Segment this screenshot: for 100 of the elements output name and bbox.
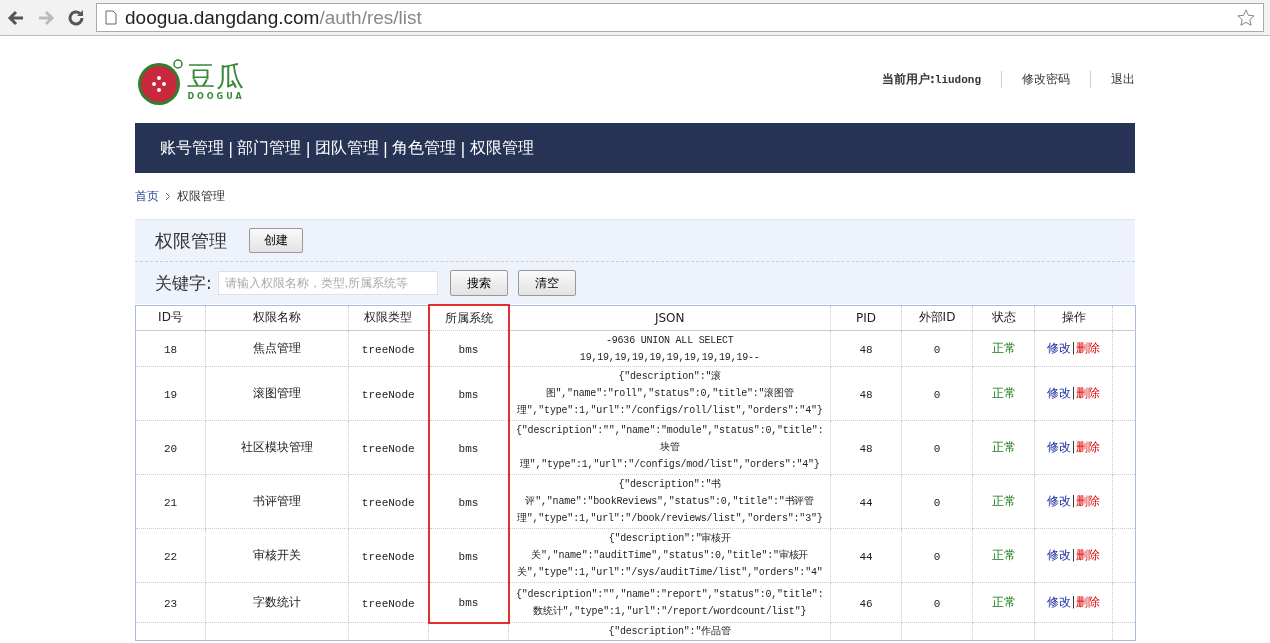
json-line: {"description":"滚 bbox=[618, 369, 722, 384]
column-header: PID bbox=[830, 305, 902, 331]
user-link[interactable]: 修改密码 bbox=[1001, 71, 1070, 88]
pid-text: 48 bbox=[859, 388, 873, 401]
status-text: 正常 bbox=[991, 494, 1016, 508]
json-line: 理","type":1,"url":"/configs/roll/list","orders":"4"} bbox=[516, 404, 823, 418]
external-id-text: 0 bbox=[933, 550, 941, 563]
logo-name: 豆瓜 bbox=[187, 62, 245, 92]
external-id-text: 0 bbox=[933, 442, 941, 455]
name-text: 社区模块管理 bbox=[241, 440, 313, 454]
nav-link[interactable]: 角色管理 bbox=[392, 137, 457, 159]
system-text: bms bbox=[458, 388, 479, 401]
separator-text: | bbox=[1071, 494, 1076, 508]
column-header: 外部ID bbox=[901, 305, 973, 331]
user-name: liudong bbox=[934, 73, 981, 86]
logo-icon bbox=[135, 56, 185, 107]
user-label: 当前用户: bbox=[881, 71, 935, 88]
id-text: 22 bbox=[163, 550, 178, 563]
json-line: {"description":"书 bbox=[618, 477, 722, 492]
pid-text: 48 bbox=[859, 442, 873, 455]
type-text: treeNode bbox=[361, 496, 415, 509]
name-text: 书评管理 bbox=[253, 494, 301, 508]
id-text: 19 bbox=[163, 388, 178, 401]
edit-link[interactable]: 修改 bbox=[1047, 341, 1072, 355]
id-text: 23 bbox=[163, 597, 178, 610]
create-button[interactable]: 创建 bbox=[249, 228, 303, 253]
column-header: ID号 bbox=[135, 305, 206, 331]
edit-link[interactable]: 修改 bbox=[1047, 548, 1072, 562]
type-text: treeNode bbox=[361, 343, 415, 356]
edit-link[interactable]: 修改 bbox=[1047, 595, 1072, 609]
external-id-text: 0 bbox=[933, 597, 941, 610]
url-host: doogua.dangdang.com bbox=[125, 6, 320, 29]
type-text: treeNode bbox=[361, 597, 415, 610]
system-text: bms bbox=[458, 550, 479, 563]
edit-link[interactable]: 修改 bbox=[1047, 494, 1072, 508]
nav-link[interactable]: 团队管理 bbox=[314, 137, 379, 159]
nav-separator: | bbox=[228, 138, 234, 158]
nav-link[interactable]: 账号管理 bbox=[160, 137, 224, 159]
json-line: 理","type":1,"url":"/book/reviews/list","orders":"3"} bbox=[516, 512, 823, 526]
reload-icon[interactable] bbox=[66, 7, 86, 28]
system-text: bms bbox=[458, 442, 479, 455]
edit-link[interactable]: 修改 bbox=[1047, 386, 1072, 400]
separator-text: | bbox=[1071, 386, 1076, 400]
edit-link[interactable]: 修改 bbox=[1047, 440, 1072, 454]
panel-title: 权限管理 bbox=[155, 228, 227, 253]
pid-text: 44 bbox=[859, 550, 873, 563]
external-id-text: 0 bbox=[933, 496, 941, 509]
separator-text: | bbox=[1071, 440, 1076, 454]
json-line: 理","type":1,"url":"/configs/mod/list","orders":"4"} bbox=[519, 458, 820, 472]
status-text: 正常 bbox=[991, 548, 1016, 562]
breadcrumb-link[interactable]: 首页 bbox=[135, 187, 159, 205]
id-text: 18 bbox=[163, 343, 178, 356]
nav-separator: | bbox=[382, 138, 389, 158]
nav-link[interactable]: 权限管理 bbox=[469, 137, 534, 159]
json-line: {"description":"","name":"module","status":0,"title": bbox=[516, 424, 824, 438]
clear-button[interactable]: 清空 bbox=[517, 270, 576, 296]
star-icon[interactable] bbox=[1237, 8, 1255, 27]
search-field[interactable]: 请输入权限名称，类型,所属系统等 bbox=[217, 271, 438, 295]
user-link[interactable]: 退出 bbox=[1090, 71, 1135, 88]
external-id-text: 0 bbox=[933, 343, 941, 356]
name-text: 字数统计 bbox=[253, 595, 301, 609]
type-text: treeNode bbox=[361, 550, 415, 563]
system-text: bms bbox=[458, 496, 479, 509]
id-text: 20 bbox=[163, 442, 178, 455]
nav-separator: | bbox=[460, 138, 466, 158]
separator-text: | bbox=[1071, 341, 1076, 355]
status-text: 正常 bbox=[991, 440, 1016, 454]
column-header: 所属系统 bbox=[428, 305, 509, 331]
search-label: 关键字: bbox=[155, 271, 212, 295]
pid-text: 46 bbox=[859, 597, 873, 610]
name-text: 滚图管理 bbox=[253, 386, 301, 400]
system-text: bms bbox=[458, 597, 479, 610]
json-line: 关","name":"auditTime","status":0,"title":"审核开 bbox=[531, 548, 809, 563]
nav-link[interactable]: 部门管理 bbox=[237, 137, 302, 159]
json-line: {"description":"审核开 bbox=[608, 531, 731, 546]
status-text: 正常 bbox=[991, 386, 1016, 400]
address-bar[interactable]: doogua.dangdang.com/auth/res/list bbox=[96, 3, 1264, 32]
json-line: {"description":"作品管 bbox=[608, 625, 731, 639]
name-text: 审核开关 bbox=[253, 548, 301, 562]
json-line: 块管 bbox=[659, 441, 680, 455]
pid-text: 48 bbox=[859, 343, 873, 356]
page-icon bbox=[105, 10, 117, 25]
json-line: {"description":"","name":"report","status":0,"title": bbox=[516, 587, 824, 602]
nav-separator: | bbox=[305, 138, 311, 158]
name-text: 焦点管理 bbox=[253, 341, 301, 355]
separator-text: | bbox=[1071, 548, 1076, 562]
separator-text: | bbox=[1071, 595, 1076, 609]
column-header: 操作 bbox=[1034, 305, 1113, 331]
json-line: 图","name":"roll","status":0,"title":"滚图管 bbox=[545, 386, 794, 401]
system-text: bms bbox=[458, 343, 479, 356]
search-button[interactable]: 搜索 bbox=[449, 270, 508, 296]
type-text: treeNode bbox=[361, 388, 415, 401]
external-id-text: 0 bbox=[933, 388, 941, 401]
column-header: JSON bbox=[508, 305, 831, 331]
pid-text: 44 bbox=[859, 496, 873, 509]
json-line: -9636 UNION ALL SELECT bbox=[605, 333, 734, 348]
column-header: 权限名称 bbox=[205, 305, 349, 331]
json-line: 数统计","type":1,"url":"/report/wordcount/list"} bbox=[533, 604, 807, 619]
json-line: 关","type":1,"url":"/sys/auditTime/list","orders":"4" bbox=[516, 565, 823, 580]
type-text: treeNode bbox=[361, 442, 415, 455]
